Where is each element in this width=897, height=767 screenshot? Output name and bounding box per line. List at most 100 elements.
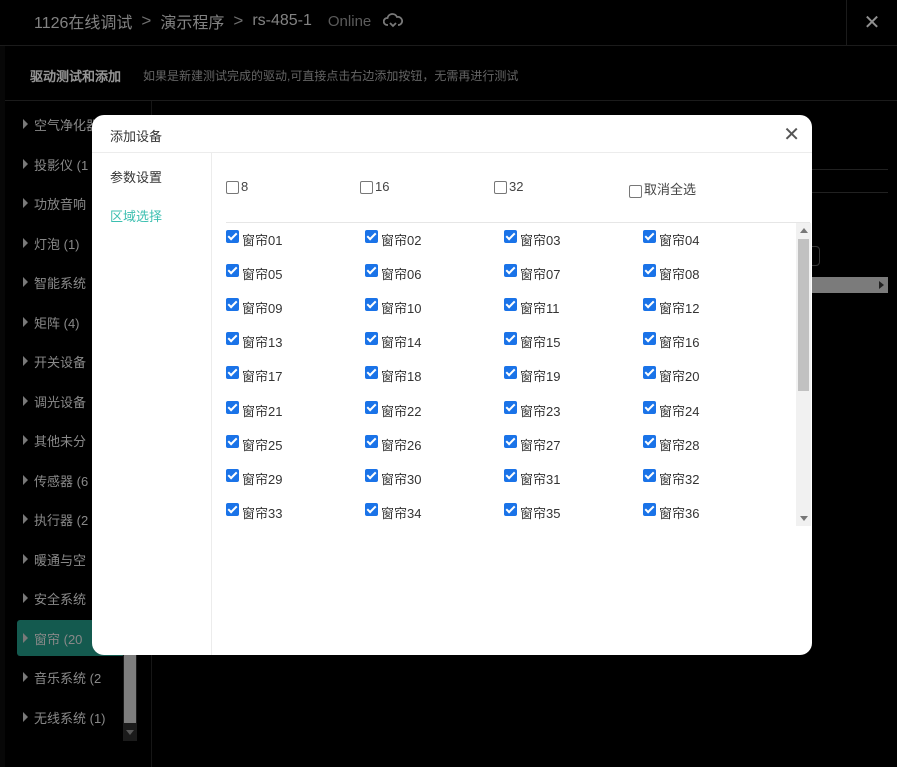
curtain-checkbox-item[interactable]: 窗帘17 — [226, 363, 356, 384]
checked-checkbox-icon[interactable] — [504, 468, 517, 482]
checked-checkbox-icon[interactable] — [226, 332, 239, 346]
checked-checkbox-icon[interactable] — [643, 263, 656, 277]
checked-checkbox-icon[interactable] — [365, 503, 378, 517]
preset-8-checkbox[interactable]: 8 — [226, 179, 248, 194]
curtain-checkbox-item[interactable]: 窗帘14 — [365, 329, 495, 351]
close-icon[interactable]: ✕ — [783, 122, 800, 147]
curtain-label: 窗帘20 — [659, 369, 700, 385]
curtain-checkbox-item[interactable]: 窗帘04 — [643, 226, 773, 248]
checked-checkbox-icon[interactable] — [226, 400, 239, 414]
curtain-checkbox-item[interactable]: 窗帘09 — [226, 294, 356, 316]
curtain-checkbox-item[interactable]: 窗帘19 — [504, 363, 634, 384]
checkbox[interactable] — [494, 181, 507, 194]
checked-checkbox-icon[interactable] — [504, 229, 517, 243]
checked-checkbox-icon[interactable] — [226, 468, 239, 482]
curtain-checkbox-item[interactable]: 窗帘21 — [226, 397, 356, 419]
curtain-label: 窗帘30 — [381, 471, 422, 487]
checked-checkbox-icon[interactable] — [365, 434, 378, 448]
curtain-label: 窗帘16 — [659, 335, 700, 351]
curtain-checkbox-item[interactable]: 窗帘26 — [365, 431, 495, 453]
curtain-checkbox-item[interactable]: 窗帘24 — [643, 397, 773, 419]
curtain-label: 窗帘07 — [520, 266, 561, 282]
curtain-checkbox-item[interactable]: 窗帘01 — [226, 226, 356, 248]
deselect-all-checkbox[interactable]: 取消全选 — [629, 179, 696, 198]
curtain-checkbox-item[interactable]: 窗帘06 — [365, 260, 495, 282]
checked-checkbox-icon[interactable] — [226, 434, 239, 448]
checked-checkbox-icon[interactable] — [504, 434, 517, 448]
preset-32-checkbox[interactable]: 32 — [494, 179, 523, 194]
checked-checkbox-icon[interactable] — [643, 332, 656, 346]
curtain-checkbox-item[interactable]: 窗帘13 — [226, 329, 356, 350]
curtain-checkbox-item[interactable]: 窗帘08 — [643, 260, 773, 282]
checked-checkbox-icon[interactable] — [643, 400, 656, 414]
checked-checkbox-icon[interactable] — [365, 229, 378, 243]
checked-checkbox-icon[interactable] — [365, 263, 378, 277]
checked-checkbox-icon[interactable] — [365, 468, 378, 482]
checked-checkbox-icon[interactable] — [365, 366, 378, 380]
curtain-checkbox-item[interactable]: 窗帘11 — [504, 294, 634, 316]
checked-checkbox-icon[interactable] — [504, 332, 517, 346]
curtain-checkbox-item[interactable]: 窗帘29 — [226, 465, 356, 487]
curtain-checkbox-item[interactable]: 窗帘32 — [643, 465, 773, 487]
curtain-checkbox-item[interactable]: 窗帘12 — [643, 294, 773, 316]
checked-checkbox-icon[interactable] — [643, 503, 656, 517]
curtain-checkbox-item[interactable]: 窗帘10 — [365, 294, 495, 316]
checked-checkbox-icon[interactable] — [504, 297, 517, 311]
curtain-label: 窗帘33 — [242, 506, 283, 522]
nav-param-settings[interactable]: 参数设置 — [110, 167, 162, 186]
checked-checkbox-icon[interactable] — [226, 366, 239, 380]
checked-checkbox-icon[interactable] — [504, 263, 517, 277]
checked-checkbox-icon[interactable] — [504, 503, 517, 517]
curtain-checkbox-item[interactable]: 窗帘07 — [504, 260, 634, 282]
checkbox[interactable] — [629, 185, 642, 198]
curtain-checkbox-item[interactable]: 窗帘30 — [365, 465, 495, 487]
curtain-label: 窗帘34 — [381, 506, 422, 522]
checked-checkbox-icon[interactable] — [504, 400, 517, 414]
checked-checkbox-icon[interactable] — [226, 503, 239, 517]
checkbox[interactable] — [360, 181, 373, 194]
preset-16-checkbox[interactable]: 16 — [360, 179, 389, 194]
checkbox[interactable] — [226, 181, 239, 194]
curtain-label: 窗帘14 — [381, 335, 422, 351]
curtain-checkbox-item[interactable]: 窗帘02 — [365, 226, 495, 248]
curtain-label: 窗帘10 — [381, 300, 422, 316]
scrollbar-thumb[interactable] — [798, 239, 809, 391]
nav-area-selection[interactable]: 区域选择 — [110, 206, 162, 225]
curtain-checkbox-item[interactable]: 窗帘18 — [365, 363, 495, 385]
curtain-checkbox-item[interactable]: 窗帘15 — [504, 329, 634, 350]
curtain-checkbox-item[interactable]: 窗帘05 — [226, 260, 356, 282]
checked-checkbox-icon[interactable] — [226, 263, 239, 277]
checked-checkbox-icon[interactable] — [643, 297, 656, 311]
checked-checkbox-icon[interactable] — [643, 229, 656, 243]
grid-scrollbar[interactable] — [796, 223, 811, 526]
curtain-checkbox-item[interactable]: 窗帘25 — [226, 431, 356, 453]
curtain-checkbox-item[interactable]: 窗帘35 — [504, 500, 634, 521]
scroll-up-icon[interactable] — [800, 228, 808, 233]
curtain-checkbox-item[interactable]: 窗帘23 — [504, 397, 634, 419]
dialog-title: 添加设备 — [110, 129, 163, 144]
divider — [226, 222, 810, 223]
checked-checkbox-icon[interactable] — [365, 332, 378, 346]
curtain-checkbox-item[interactable]: 窗帘03 — [504, 226, 634, 248]
curtain-checkbox-item[interactable]: 窗帘20 — [643, 363, 773, 385]
checked-checkbox-icon[interactable] — [643, 366, 656, 380]
checked-checkbox-icon[interactable] — [365, 400, 378, 414]
curtain-checkbox-item[interactable]: 窗帘27 — [504, 431, 634, 453]
curtain-checkbox-item[interactable]: 窗帘36 — [643, 500, 773, 521]
checked-checkbox-icon[interactable] — [643, 434, 656, 448]
curtain-checkbox-item[interactable]: 窗帘16 — [643, 329, 773, 351]
curtain-checkbox-item[interactable]: 窗帘28 — [643, 431, 773, 453]
curtain-label: 窗帘18 — [381, 369, 422, 385]
checked-checkbox-icon[interactable] — [365, 297, 378, 311]
curtain-checkbox-item[interactable]: 窗帘33 — [226, 500, 356, 522]
checked-checkbox-icon[interactable] — [643, 468, 656, 482]
scroll-down-icon[interactable] — [800, 516, 808, 521]
checked-checkbox-icon[interactable] — [504, 366, 517, 380]
add-device-dialog: 添加设备 ✕ 参数设置 区域选择 8 16 32 取消全选 窗帘01 窗帘02 窗帘… — [92, 115, 812, 655]
curtain-checkbox-item[interactable]: 窗帘31 — [504, 465, 634, 487]
curtain-checkbox-item[interactable]: 窗帘22 — [365, 397, 495, 419]
checked-checkbox-icon[interactable] — [226, 297, 239, 311]
curtain-label: 窗帘24 — [659, 403, 700, 419]
curtain-checkbox-item[interactable]: 窗帘34 — [365, 500, 495, 522]
checked-checkbox-icon[interactable] — [226, 229, 239, 243]
